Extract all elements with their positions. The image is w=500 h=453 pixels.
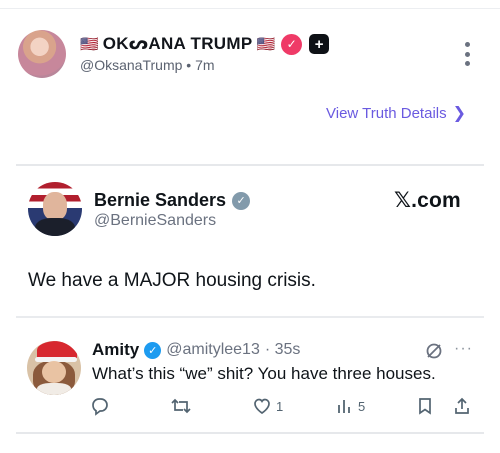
reply-time: · 35s: [264, 341, 301, 358]
reply-author-name: Amity: [92, 340, 140, 359]
views-icon: 5: [336, 396, 365, 416]
view-truth-details-link[interactable]: View Truth Details ❯: [326, 103, 466, 123]
avatar[interactable]: [18, 30, 66, 78]
author-handle-time: @OksanaTrump • 7m: [80, 57, 215, 73]
embedded-post-text: We have a MAJOR housing crisis.: [28, 270, 316, 291]
more-options-icon[interactable]: [458, 40, 476, 68]
reply-author-handle: @amitylee13: [166, 341, 260, 358]
verified-badge-icon: ✓: [281, 33, 303, 55]
divider: [16, 164, 484, 166]
divider: [16, 432, 484, 434]
reply-header: Amity ✓ @amitylee13 · 35s: [92, 340, 300, 360]
author-name-row: 🇺🇸 OKᔕANA TRUMP 🇺🇸 ✓ +: [80, 33, 330, 55]
reply-avatar: [27, 341, 81, 395]
like-icon: 1: [252, 396, 283, 416]
repost-icon: [170, 396, 192, 416]
chevron-right-icon: ❯: [452, 105, 467, 122]
views-count: 5: [358, 398, 366, 414]
plus-badge-icon: +: [309, 34, 330, 54]
share-icon: [452, 396, 472, 416]
reply-icon: [90, 396, 110, 416]
author-name[interactable]: OKᔕANA TRUMP: [103, 34, 253, 54]
verified-badge-icon: ✓: [144, 341, 162, 359]
view-truth-details-label: View Truth Details: [326, 104, 447, 122]
us-flag-icon: 🇺🇸: [256, 35, 276, 53]
embedded-author-name: Bernie Sanders: [94, 190, 227, 210]
like-count: 1: [276, 398, 284, 414]
embedded-author-handle: @BernieSanders: [94, 212, 217, 229]
bookmark-icon: [416, 396, 434, 416]
top-divider: [0, 8, 500, 9]
embedded-avatar: [28, 182, 82, 236]
us-flag-icon: 🇺🇸: [80, 35, 99, 53]
verified-badge-icon: ✓: [232, 191, 251, 210]
divider: [16, 316, 484, 318]
grok-icon: [426, 343, 442, 359]
reply-actions: 1 5: [90, 396, 480, 418]
embedded-name-row: Bernie Sanders ✓: [94, 190, 251, 211]
reply-text: What’s this “we” shit? You have three ho…: [92, 364, 436, 383]
more-options-icon: ···: [454, 340, 473, 357]
x-logo: 𝕏.com: [394, 189, 461, 212]
